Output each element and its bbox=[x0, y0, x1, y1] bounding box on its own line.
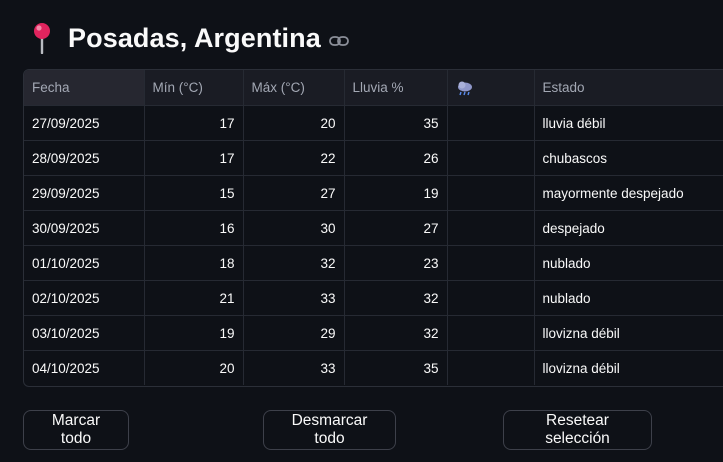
cell-max[interactable]: 30 bbox=[243, 210, 345, 246]
round-pushpin-icon bbox=[30, 22, 54, 55]
cell-min[interactable]: 17 bbox=[144, 105, 244, 141]
cell-estado[interactable]: nublado bbox=[534, 280, 723, 316]
cell-estado[interactable]: llovizna débil bbox=[534, 315, 723, 351]
cell-min[interactable]: 16 bbox=[144, 210, 244, 246]
table-row[interactable]: 01/10/2025 18 32 23 nublado bbox=[24, 245, 723, 281]
cell-max[interactable]: 20 bbox=[243, 105, 345, 141]
cell-lluvia[interactable]: 35 bbox=[344, 105, 448, 141]
table-header-row: Fecha Mín (°C) Máx (°C) Lluvia % Estado bbox=[24, 70, 723, 106]
cell-estado[interactable]: llovizna débil bbox=[534, 351, 723, 386]
cell-min[interactable]: 18 bbox=[144, 245, 244, 281]
table-row[interactable]: 27/09/2025 17 20 35 lluvia débil bbox=[24, 105, 723, 141]
cell-max[interactable]: 33 bbox=[243, 350, 345, 385]
cell-estado[interactable]: despejado bbox=[534, 210, 723, 246]
unmark-all-button[interactable]: Desmarcar todo bbox=[263, 410, 396, 450]
column-header-min[interactable]: Mín (°C) bbox=[144, 70, 244, 106]
cell-fecha[interactable]: 27/09/2025 bbox=[24, 105, 145, 141]
table-row[interactable]: 03/10/2025 19 29 32 llovizna débil bbox=[24, 315, 723, 351]
cell-icon[interactable] bbox=[447, 140, 535, 176]
cell-fecha[interactable]: 03/10/2025 bbox=[24, 315, 145, 351]
cell-icon[interactable] bbox=[447, 105, 535, 141]
cell-max[interactable]: 27 bbox=[243, 175, 345, 211]
page: Posadas, Argentina Fecha Mín (°C) Máx (°… bbox=[0, 0, 723, 462]
forecast-table[interactable]: Fecha Mín (°C) Máx (°C) Lluvia % Estado … bbox=[23, 69, 723, 387]
cell-min[interactable]: 20 bbox=[144, 350, 244, 385]
cell-estado[interactable]: mayormente despejado bbox=[534, 175, 723, 211]
cell-min[interactable]: 17 bbox=[144, 140, 244, 176]
cell-estado[interactable]: nublado bbox=[534, 245, 723, 281]
table-row[interactable]: 30/09/2025 16 30 27 despejado bbox=[24, 210, 723, 246]
cell-lluvia[interactable]: 23 bbox=[344, 245, 448, 281]
cloud-rain-icon bbox=[456, 80, 474, 96]
cell-icon[interactable] bbox=[447, 280, 535, 316]
link-icon[interactable] bbox=[328, 34, 349, 46]
cell-lluvia[interactable]: 35 bbox=[344, 350, 448, 385]
mark-all-button[interactable]: Marcar todo bbox=[23, 410, 129, 450]
page-title: Posadas, Argentina bbox=[68, 22, 321, 53]
cell-icon[interactable] bbox=[447, 210, 535, 246]
reset-selection-button[interactable]: Resetear selección bbox=[503, 410, 652, 450]
cell-max[interactable]: 22 bbox=[243, 140, 345, 176]
cell-lluvia[interactable]: 32 bbox=[344, 280, 448, 316]
cell-fecha[interactable]: 04/10/2025 bbox=[24, 350, 145, 385]
cell-min[interactable]: 21 bbox=[144, 280, 244, 316]
column-header-max[interactable]: Máx (°C) bbox=[243, 70, 345, 106]
column-header-estado[interactable]: Estado bbox=[534, 70, 723, 106]
cell-fecha[interactable]: 29/09/2025 bbox=[24, 175, 145, 211]
cell-estado[interactable]: chubascos bbox=[534, 140, 723, 176]
cell-icon[interactable] bbox=[447, 315, 535, 351]
cell-min[interactable]: 19 bbox=[144, 315, 244, 351]
cell-lluvia[interactable]: 19 bbox=[344, 175, 448, 211]
cell-fecha[interactable]: 02/10/2025 bbox=[24, 280, 145, 316]
cell-max[interactable]: 33 bbox=[243, 280, 345, 316]
cell-icon[interactable] bbox=[447, 350, 535, 385]
column-header-icon[interactable] bbox=[447, 70, 535, 106]
cell-lluvia[interactable]: 26 bbox=[344, 140, 448, 176]
cell-lluvia[interactable]: 32 bbox=[344, 315, 448, 351]
column-header-lluvia[interactable]: Lluvia % bbox=[344, 70, 448, 106]
cell-min[interactable]: 15 bbox=[144, 175, 244, 211]
cell-max[interactable]: 32 bbox=[243, 245, 345, 281]
column-header-fecha[interactable]: Fecha bbox=[24, 70, 145, 106]
table-row[interactable]: 28/09/2025 17 22 26 chubascos bbox=[24, 140, 723, 176]
cell-fecha[interactable]: 28/09/2025 bbox=[24, 140, 145, 176]
table-row[interactable]: 29/09/2025 15 27 19 mayormente despejado bbox=[24, 175, 723, 211]
cell-lluvia[interactable]: 27 bbox=[344, 210, 448, 246]
cell-max[interactable]: 29 bbox=[243, 315, 345, 351]
cell-estado[interactable]: lluvia débil bbox=[534, 105, 723, 141]
table-row[interactable]: 02/10/2025 21 33 32 nublado bbox=[24, 280, 723, 316]
table-row[interactable]: 04/10/2025 20 33 35 llovizna débil bbox=[24, 350, 723, 386]
cell-fecha[interactable]: 30/09/2025 bbox=[24, 210, 145, 246]
title-row: Posadas, Argentina bbox=[30, 18, 349, 58]
cell-icon[interactable] bbox=[447, 245, 535, 281]
cell-fecha[interactable]: 01/10/2025 bbox=[24, 245, 145, 281]
cell-icon[interactable] bbox=[447, 175, 535, 211]
